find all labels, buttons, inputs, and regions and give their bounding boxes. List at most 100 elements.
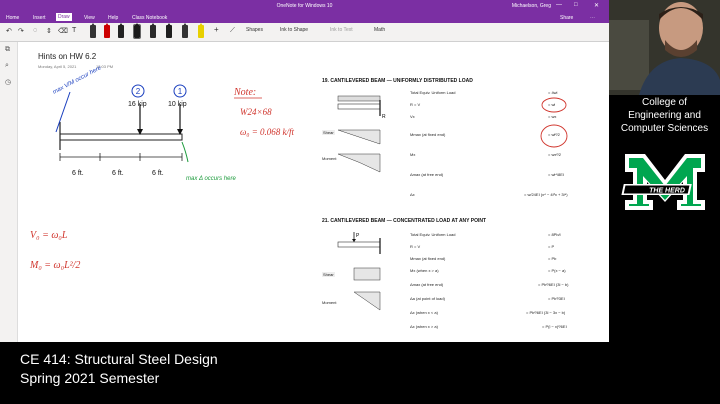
logo-wordmark: THE HERD bbox=[649, 188, 685, 195]
max-vm-pointer bbox=[55, 91, 71, 133]
beam-formula-reference: 19. CANTILEVERED BEAM — UNIFORMLY DISTRI… bbox=[316, 72, 606, 342]
moment-equation: M₀ = ω₀L²/2 bbox=[29, 260, 80, 271]
row-21-5-value: = Pb²/6EI (3l − b) bbox=[538, 282, 569, 287]
type-icon[interactable]: T bbox=[72, 27, 76, 34]
undo-icon[interactable]: ↶ bbox=[6, 27, 12, 35]
span-label-3: 6 ft. bbox=[152, 170, 164, 177]
minimize-button[interactable]: — bbox=[556, 2, 562, 8]
more-options-button[interactable]: ⋯ bbox=[590, 15, 595, 21]
share-button[interactable]: Share bbox=[560, 15, 573, 21]
page-canvas[interactable]: Hints on HW 6.2 Monday, April 5, 2021 12… bbox=[18, 42, 609, 342]
eraser-icon[interactable]: ⌫ bbox=[58, 27, 68, 35]
svg-text:R: R bbox=[382, 114, 386, 120]
row-21-2-value: = P bbox=[548, 244, 555, 249]
beam-outline bbox=[59, 133, 183, 141]
screen: OneNote for Windows 10 Michaelson, Greg … bbox=[0, 0, 720, 404]
load-label-16kip: 16 kip bbox=[128, 101, 147, 108]
onenote-window: OneNote for Windows 10 Michaelson, Greg … bbox=[0, 0, 609, 342]
section-21-heading: 21. CANTILEVERED BEAM — CONCENTRATED LOA… bbox=[322, 218, 487, 224]
navigation-sidebar: ⧉ ⌕ ◷ bbox=[0, 42, 18, 342]
ink-to-shape-button[interactable]: Ink to Shape bbox=[280, 27, 308, 33]
note-title: Note: bbox=[233, 87, 256, 98]
row-21-8-label: Δx (when x > a) bbox=[410, 324, 438, 329]
tab-help[interactable]: Help bbox=[108, 15, 118, 21]
maximize-button[interactable]: □ bbox=[574, 2, 578, 8]
row-21-4-label: Mx (when x > a) bbox=[410, 268, 439, 273]
row-19-4-label: Mmax (at fixed end) bbox=[410, 132, 446, 137]
user-name[interactable]: Michaelson, Greg bbox=[512, 3, 551, 9]
presenter-silhouette bbox=[609, 0, 720, 95]
row-19-3-label: Vx bbox=[410, 114, 415, 119]
highlighter-yellow-icon[interactable] bbox=[198, 25, 204, 38]
lasso-select-icon[interactable]: ◌ bbox=[33, 27, 37, 34]
handwritten-beam-sketch: 2 1 16 kip 10 kip 6 ft. 6 ft. 6 ft. max … bbox=[29, 65, 295, 271]
close-button[interactable]: ✕ bbox=[594, 2, 599, 9]
max-delta-pointer bbox=[181, 141, 189, 163]
tab-view[interactable]: View bbox=[84, 15, 95, 21]
span-label-1: 6 ft. bbox=[72, 170, 84, 177]
redo-icon[interactable]: ↷ bbox=[18, 27, 24, 35]
row-21-4-value: = P(x − a) bbox=[548, 268, 566, 273]
ink-to-text-button[interactable]: Ink to Text bbox=[330, 27, 353, 33]
row-21-3-value: = Pb bbox=[548, 256, 557, 261]
red-annotation-circles bbox=[540, 97, 568, 148]
ruler-icon[interactable]: ⟋ bbox=[230, 27, 235, 35]
callout-number-1: 1 bbox=[178, 87, 183, 96]
marshall-herd-logo: THE HERD bbox=[621, 154, 705, 210]
callout-number-2: 2 bbox=[136, 87, 141, 96]
shear-label-21: Shear bbox=[322, 272, 335, 277]
row-21-6-value: = Pb³/3EI bbox=[548, 296, 565, 301]
row-21-5-label: Δmax (at free end) bbox=[410, 282, 444, 287]
row-21-2-label: R = V bbox=[410, 244, 421, 249]
row-21-7-label: Δx (when x < a) bbox=[410, 310, 438, 315]
tab-draw[interactable]: Draw bbox=[56, 13, 72, 21]
shapes-button[interactable]: Shapes bbox=[246, 27, 263, 33]
college-line-3: Computer Sciences bbox=[620, 123, 709, 134]
moment-label-19: Moment bbox=[322, 156, 337, 161]
row-19-5-label: Mx bbox=[410, 152, 416, 157]
recent-icon[interactable]: ◷ bbox=[5, 78, 11, 86]
pen-selected-icon[interactable] bbox=[133, 24, 141, 39]
row-21-7-value: = Pb²/6EI (3l − 3x − b) bbox=[526, 310, 566, 315]
row-19-1-value: = 4wl bbox=[548, 90, 558, 95]
pen-black-icon[interactable] bbox=[90, 25, 96, 38]
semester-label: Spring 2021 Semester bbox=[20, 370, 160, 386]
section-19-heading: 19. CANTILEVERED BEAM — UNIFORMLY DISTRI… bbox=[322, 78, 473, 84]
row-21-1-label: Total Equiv. Uniform Load bbox=[410, 232, 456, 237]
notebooks-icon[interactable]: ⧉ bbox=[5, 46, 10, 54]
point-load-diagram: P bbox=[337, 232, 381, 311]
pen-dark-icon[interactable] bbox=[118, 25, 124, 38]
max-delta-note: max Δ occurs here bbox=[186, 176, 236, 182]
tab-insert[interactable]: Insert bbox=[33, 15, 46, 21]
course-title: CE 414: Structural Steel Design bbox=[20, 351, 218, 367]
shear-equation: V₀ = ω₀L bbox=[30, 230, 68, 241]
row-21-3-label: Mmax (at fixed end) bbox=[410, 256, 446, 261]
row-19-6-label: Δmax (at free end) bbox=[410, 172, 444, 177]
moment-label-21: Moment bbox=[322, 300, 337, 305]
row-21-1-value: = 8Pb/l bbox=[548, 232, 561, 237]
row-21-6-label: Δa (at point of load) bbox=[410, 296, 445, 301]
row-19-5-value: = wx²/2 bbox=[548, 152, 562, 157]
title-bar: OneNote for Windows 10 Michaelson, Greg … bbox=[0, 0, 609, 12]
svg-text:P: P bbox=[356, 233, 360, 239]
tab-home[interactable]: Home bbox=[6, 15, 19, 21]
pen-graphite-icon[interactable] bbox=[182, 25, 188, 38]
college-line-2: Engineering and bbox=[628, 110, 701, 121]
add-space-icon[interactable]: ⇕ bbox=[46, 27, 52, 35]
pen-red-icon[interactable] bbox=[104, 25, 110, 38]
search-icon[interactable]: ⌕ bbox=[5, 62, 9, 70]
load-label-10kip: 10 kip bbox=[168, 101, 187, 108]
row-19-6-value: = wl⁴/8EI bbox=[548, 172, 565, 177]
pen-gray-icon[interactable] bbox=[150, 25, 156, 38]
lecture-caption: CE 414: Structural Steel Design Spring 2… bbox=[0, 342, 720, 404]
menu-bar: Home Insert Draw View Help Class Noteboo… bbox=[0, 12, 609, 23]
pen-charcoal-icon[interactable] bbox=[166, 25, 172, 38]
tab-class-notebook[interactable]: Class Notebook bbox=[132, 15, 167, 21]
presenter-panel: College of Engineering and Computer Scie… bbox=[609, 0, 720, 342]
note-dead-load: ω₀ = 0.068 k/ft bbox=[240, 127, 295, 137]
add-pen-icon[interactable]: + bbox=[214, 25, 219, 34]
row-19-7-label: Δx bbox=[410, 192, 415, 197]
max-vm-note: max V/M occur here bbox=[52, 65, 103, 96]
shear-label-19: Shear bbox=[322, 130, 335, 135]
math-button[interactable]: Math bbox=[374, 27, 385, 33]
